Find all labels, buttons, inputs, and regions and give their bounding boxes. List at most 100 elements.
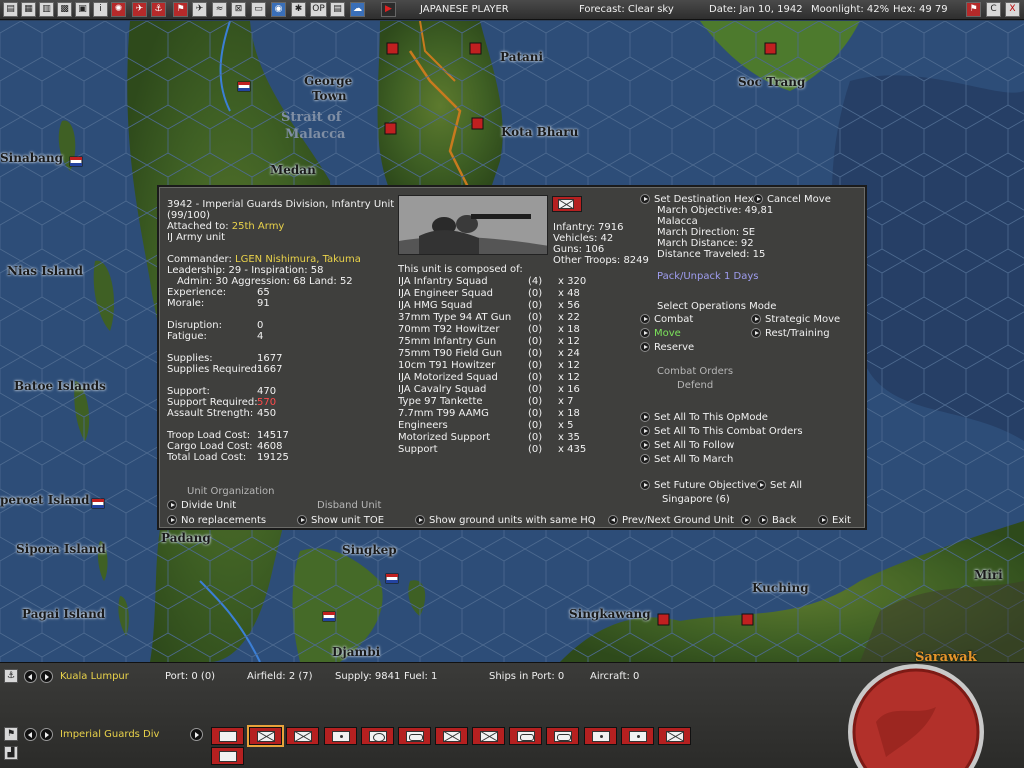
pack-unpack-button[interactable]: Pack/Unpack 1 Days (657, 271, 758, 282)
set-all-march-button[interactable]: Set All To March (640, 454, 733, 465)
aircraft-icon[interactable]: ✈ (132, 2, 147, 17)
divide-unit-button[interactable]: Divide Unit (167, 500, 236, 511)
globe-icon[interactable]: ◉ (271, 2, 286, 17)
composition-row-name[interactable]: IJA Motorized Squad (398, 372, 498, 383)
layer-icon[interactable]: ▭ (251, 2, 266, 17)
composition-row-count: x 18 (558, 408, 580, 419)
unit-tile-infantry[interactable] (286, 727, 319, 745)
no-replacements-toggle[interactable]: No replacements (167, 515, 266, 526)
unit-tile-infantry[interactable] (658, 727, 691, 745)
stat-disruption-label: Disruption: (167, 320, 223, 331)
list-icon[interactable]: ▥ (39, 2, 54, 17)
unit-tile-support[interactable] (211, 747, 244, 765)
engineer-symbol-icon (554, 731, 572, 742)
settings-icon[interactable]: ✱ (291, 2, 306, 17)
composition-row-name[interactable]: 7.7mm T99 AAMG (398, 408, 489, 419)
infantry-symbol-icon (443, 731, 461, 742)
c-button[interactable]: C (986, 2, 1001, 17)
unit-tile-armor[interactable] (361, 727, 394, 745)
set-all-button[interactable]: Set All (756, 480, 802, 491)
unit-tile-hq[interactable] (211, 727, 244, 745)
prev-base-arrow-icon[interactable] (24, 670, 37, 683)
document-icon[interactable]: i (93, 2, 108, 17)
unit-tile-infantry-selected[interactable] (247, 725, 284, 747)
attached-hq-link[interactable]: 25th Army (232, 221, 285, 232)
unit-tile-artillery[interactable] (584, 727, 617, 745)
base-name[interactable]: Kuala Lumpur (60, 671, 129, 682)
rising-sun-icon[interactable]: ✺ (111, 2, 126, 17)
cloud-icon[interactable]: ☁ (350, 2, 365, 17)
next-base-arrow-icon[interactable] (40, 670, 53, 683)
set-destination-button[interactable]: Set Destination Hex (640, 194, 754, 205)
composition-row-name[interactable]: IJA Engineer Squad (398, 288, 493, 299)
set-future-objective-button[interactable]: Set Future Objective (640, 480, 756, 491)
composition-row-name[interactable]: IJA HMG Squad (398, 300, 472, 311)
composition-row-name[interactable]: 75mm Infantry Gun (398, 336, 496, 347)
unit-tile-engineer[interactable] (509, 727, 542, 745)
composition-row-name[interactable]: 70mm T92 Howitzer (398, 324, 499, 335)
composition-row-name[interactable]: Support (398, 444, 438, 455)
ops-combat-button[interactable]: Combat (640, 314, 693, 325)
plane-filter-icon[interactable]: ✈ (192, 2, 207, 17)
unit-tile-engineer[interactable] (546, 727, 579, 745)
composition-row-name[interactable]: 75mm T90 Field Gun (398, 348, 502, 359)
show-same-hq-button[interactable]: Show ground units with same HQ (415, 515, 596, 526)
unit-photo (398, 195, 548, 255)
menu-icon[interactable]: ▤ (3, 2, 18, 17)
calendar-icon[interactable]: ▤ (330, 2, 345, 17)
prev-unit-arrow-icon[interactable] (24, 728, 37, 741)
composition-row-name[interactable]: Engineers (398, 420, 448, 431)
ops-reserve-button[interactable]: Reserve (640, 342, 694, 353)
unit-list-arrow-icon[interactable] (190, 728, 203, 741)
march-place: Malacca (657, 216, 698, 227)
close-button[interactable]: X (1005, 2, 1020, 17)
composition-row-name[interactable]: Type 97 Tankette (398, 396, 483, 407)
set-all-combat-button[interactable]: Set All To This Combat Orders (640, 426, 803, 437)
flag-map-icon[interactable]: ⚑ (966, 2, 981, 17)
unit-flag-icon[interactable]: ⚑ (4, 727, 18, 741)
composition-row-name[interactable]: 37mm Type 94 AT Gun (398, 312, 511, 323)
unit-tile-artillery[interactable] (621, 727, 654, 745)
unit-tile-infantry[interactable] (435, 727, 468, 745)
selected-unit-name[interactable]: Imperial Guards Div (60, 729, 159, 740)
set-all-follow-button[interactable]: Set All To Follow (640, 440, 734, 451)
commander-link[interactable]: LGEN Nishimura, Takuma (235, 254, 361, 265)
op-button[interactable]: OP (310, 2, 327, 17)
prev-next-unit-buttons[interactable]: Prev/Next Ground Unit (608, 515, 755, 526)
ship-icon[interactable]: ⚓ (151, 2, 166, 17)
composition-row-damaged: (0) (528, 372, 543, 383)
prev-arrow-icon[interactable] (608, 515, 618, 525)
unit-tile-infantry[interactable] (472, 727, 505, 745)
show-toe-button[interactable]: Show unit TOE (297, 515, 384, 526)
ops-rest-button[interactable]: Rest/Training (751, 328, 830, 339)
unit-organization-title: Unit Organization (187, 486, 275, 497)
flag-icon[interactable]: ⚑ (173, 2, 188, 17)
next-unit-arrow-icon[interactable] (40, 728, 53, 741)
composition-row-damaged: (0) (528, 312, 543, 323)
composition-row-name[interactable]: Motorized Support (398, 432, 490, 443)
report-icon[interactable]: ▦ (21, 2, 36, 17)
unit-tile-artillery[interactable] (324, 727, 357, 745)
hq-icon[interactable]: ▟ (4, 746, 18, 760)
composition-row-name[interactable]: IJA Cavalry Squad (398, 384, 486, 395)
back-button[interactable]: Back (758, 515, 796, 526)
forecast-label: Forecast: Clear sky (579, 4, 674, 15)
composition-row-name[interactable]: 10cm T91 Howitzer (398, 360, 495, 371)
ops-strategic-button[interactable]: Strategic Move (751, 314, 840, 325)
unit-tile-engineer[interactable] (398, 727, 431, 745)
cancel-move-button[interactable]: Cancel Move (753, 194, 831, 205)
total-vehicles: Vehicles: 42 (553, 233, 614, 244)
japan-seal-icon (848, 664, 984, 768)
exit-button[interactable]: Exit (818, 515, 851, 526)
set-all-opmode-button[interactable]: Set All To This OpMode (640, 412, 768, 423)
sub-filter-icon[interactable]: ≈ (212, 2, 227, 17)
grid-icon[interactable]: ▩ (57, 2, 72, 17)
unit-filter-icon[interactable]: ⊠ (231, 2, 246, 17)
info-icon[interactable]: ▣ (75, 2, 90, 17)
end-turn-icon[interactable]: ▶ (381, 2, 396, 17)
unit-strength: (99/100) (167, 210, 210, 221)
next-arrow-icon[interactable] (741, 515, 752, 525)
composition-row-name[interactable]: IJA Infantry Squad (398, 276, 488, 287)
ops-move-button[interactable]: Move (640, 328, 681, 339)
anchor-icon[interactable]: ⚓ (4, 669, 18, 683)
